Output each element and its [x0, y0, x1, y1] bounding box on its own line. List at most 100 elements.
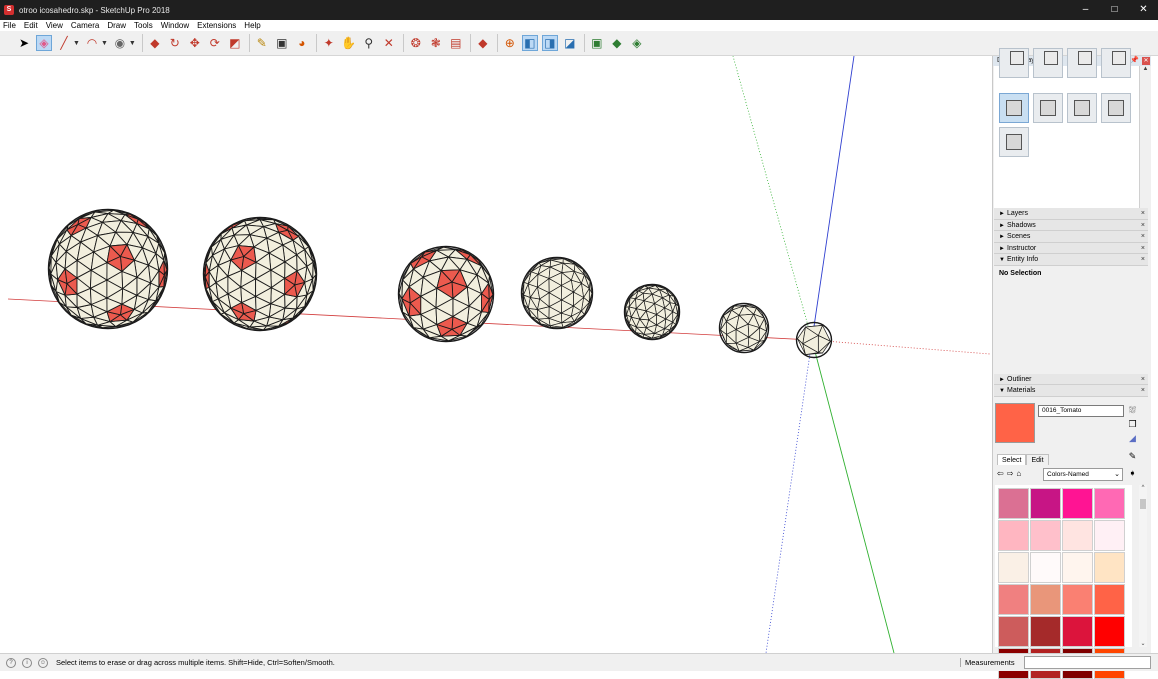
back-arrow-icon[interactable]: ⇦	[997, 469, 1004, 478]
material-swatch[interactable]	[1094, 551, 1125, 583]
line-tool-icon[interactable]: ╱	[56, 35, 72, 51]
default-material-icon[interactable]: ◢	[1127, 433, 1138, 444]
material-swatch[interactable]	[998, 551, 1029, 583]
close-button[interactable]: ✕	[1129, 0, 1158, 20]
material-swatch[interactable]	[1094, 487, 1125, 519]
current-material-swatch[interactable]	[995, 402, 1035, 443]
scrollbar-thumb[interactable]	[1140, 498, 1146, 509]
menu-tools[interactable]: Tools	[130, 20, 157, 31]
material-swatch[interactable]	[1062, 519, 1093, 551]
orbit-icon[interactable]: ✦	[321, 35, 337, 51]
panel-close-icon[interactable]: ×	[1141, 231, 1145, 242]
panel-close-icon[interactable]: ×	[1141, 254, 1145, 265]
swatch-scrollbar[interactable]: ^ ⌄	[1139, 484, 1147, 647]
photo-textures-icon[interactable]: ◈	[629, 35, 645, 51]
style-thumbnail[interactable]	[1033, 93, 1063, 123]
pan-icon[interactable]: ✋	[341, 35, 357, 51]
panel-close-icon[interactable]: ×	[1141, 385, 1145, 396]
material-swatch[interactable]	[1030, 487, 1061, 519]
material-swatch[interactable]	[998, 487, 1029, 519]
scroll-up-icon[interactable]: ^	[1139, 485, 1147, 491]
display-section-icon[interactable]: ◧	[521, 35, 538, 51]
shape-dropdown-icon[interactable]: ▼	[129, 40, 136, 47]
tab-edit[interactable]: Edit	[1026, 453, 1049, 465]
material-swatch[interactable]	[1062, 583, 1093, 615]
section-plane-icon[interactable]: ⊕	[502, 35, 518, 51]
create-material-icon[interactable]: ❒	[1127, 419, 1138, 430]
panel-close-icon[interactable]: ×	[1141, 374, 1145, 385]
select-tool-icon[interactable]: ➤	[16, 35, 32, 51]
move-tool-icon[interactable]: ✥	[187, 35, 203, 51]
style-thumbnail[interactable]	[999, 127, 1029, 157]
material-swatch[interactable]	[1094, 519, 1125, 551]
credits-icon[interactable]: i	[22, 657, 32, 668]
menu-help[interactable]: Help	[240, 20, 264, 31]
menu-edit[interactable]: Edit	[20, 20, 42, 31]
display-secondary-pane-icon[interactable]: ⛆	[1127, 405, 1138, 416]
style-thumbnail[interactable]	[1067, 48, 1097, 78]
material-library-select[interactable]: Colors-Named ⌄	[1043, 467, 1123, 481]
tape-measure-icon[interactable]: ✎	[254, 35, 270, 51]
material-swatch[interactable]	[998, 519, 1029, 551]
style-thumbnail[interactable]	[1067, 93, 1097, 123]
style-thumbnail[interactable]	[999, 48, 1029, 78]
scroll-up-icon[interactable]: ▲	[1141, 66, 1150, 72]
menu-camera[interactable]: Camera	[67, 20, 103, 31]
panel-layers[interactable]: ► Layers ×	[994, 208, 1148, 220]
panel-entity-info[interactable]: ▼ Entity Info ×	[994, 254, 1148, 266]
menu-draw[interactable]: Draw	[103, 20, 130, 31]
panel-close-icon[interactable]: ×	[1141, 220, 1145, 231]
material-swatch[interactable]	[1062, 615, 1093, 647]
material-swatch[interactable]	[1094, 615, 1125, 647]
panel-close-icon[interactable]: ×	[1141, 243, 1145, 254]
styles-scrollbar[interactable]: ▲	[1141, 66, 1150, 208]
follow-me-icon[interactable]: ↻	[167, 35, 183, 51]
menu-window[interactable]: Window	[157, 20, 193, 31]
panel-materials[interactable]: ▼ Materials ×	[994, 385, 1148, 397]
scene-canvas[interactable]	[8, 56, 990, 653]
panel-close-icon[interactable]: ×	[1141, 208, 1145, 219]
rotate-tool-icon[interactable]: ⟳	[207, 35, 223, 51]
sample-paint-icon[interactable]: ✎	[1127, 451, 1138, 462]
geo-location-icon[interactable]: ?	[6, 657, 16, 668]
style-thumbnail[interactable]	[1033, 48, 1063, 78]
material-swatch[interactable]	[1030, 615, 1061, 647]
menu-file[interactable]: File	[0, 20, 20, 31]
panel-outliner[interactable]: ► Outliner ×	[994, 373, 1148, 385]
3d-warehouse-icon[interactable]: ❂	[408, 35, 424, 51]
measurements-input[interactable]	[1024, 656, 1151, 669]
home-icon[interactable]: ⌂	[1016, 469, 1021, 478]
details-arrow-icon[interactable]: ➧	[1127, 468, 1138, 479]
material-swatch[interactable]	[1030, 583, 1061, 615]
panel-instructor[interactable]: ► Instructor ×	[994, 242, 1148, 254]
maximize-button[interactable]: □	[1100, 0, 1129, 20]
scroll-down-icon[interactable]: ⌄	[1139, 640, 1147, 647]
material-swatch[interactable]	[1030, 551, 1061, 583]
material-swatch[interactable]	[1062, 487, 1093, 519]
material-swatch[interactable]	[1062, 551, 1093, 583]
menu-view[interactable]: View	[42, 20, 67, 31]
panel-shadows[interactable]: ► Shadows ×	[994, 219, 1148, 231]
zoom-icon[interactable]: ⚲	[361, 35, 377, 51]
add-location-icon[interactable]: ▣	[589, 35, 605, 51]
model-viewport[interactable]	[8, 56, 990, 653]
panel-scenes[interactable]: ► Scenes ×	[994, 231, 1148, 243]
shape-tool-icon[interactable]: ◉	[112, 35, 128, 51]
tab-select[interactable]: Select	[997, 453, 1027, 465]
material-name-field[interactable]: 0016_Tomato	[1038, 404, 1124, 417]
ruby-console-icon[interactable]: ◆	[475, 35, 491, 51]
section-cuts-icon[interactable]: ◨	[541, 35, 558, 51]
instructor-toggle-icon[interactable]: ☺	[38, 657, 48, 668]
section-fill-icon[interactable]: ◪	[562, 35, 578, 51]
material-swatch[interactable]	[998, 615, 1029, 647]
text-tool-icon[interactable]: ▣	[274, 35, 290, 51]
menu-extensions[interactable]: Extensions	[193, 20, 240, 31]
material-swatch[interactable]	[1094, 583, 1125, 615]
style-thumbnail[interactable]	[1101, 93, 1131, 123]
arc-dropdown-icon[interactable]: ▼	[101, 40, 108, 47]
material-swatch[interactable]	[998, 583, 1029, 615]
zoom-extents-icon[interactable]: ✕	[381, 35, 397, 51]
arc-tool-icon[interactable]: ◠	[84, 35, 100, 51]
tray-close-icon[interactable]: ✕	[1142, 57, 1150, 65]
eraser-tool-icon[interactable]: ◈	[36, 35, 52, 51]
